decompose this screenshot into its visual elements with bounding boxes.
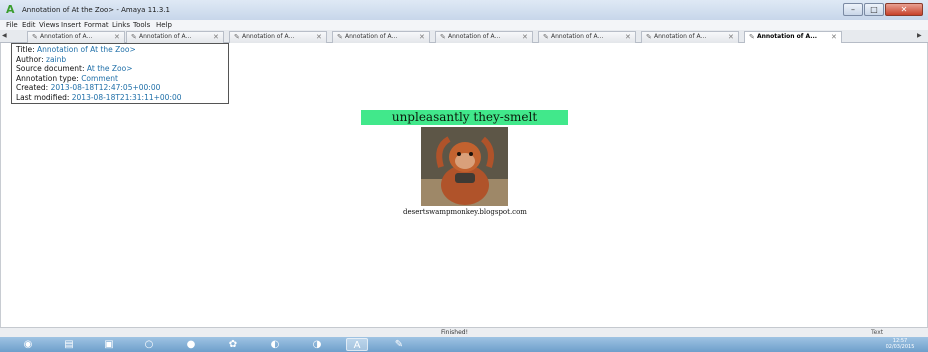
- menu-help[interactable]: Help: [156, 21, 172, 29]
- annotation-icon: ✎: [131, 33, 137, 41]
- menu-bar: File Edit Views Insert Format Links Tool…: [0, 20, 928, 30]
- window-title: Annotation of At the Zoo> - Amaya 11.3.1: [22, 6, 170, 14]
- monkey-photo-icon: [421, 127, 508, 206]
- minimize-button[interactable]: –: [843, 3, 863, 16]
- annotation-source-row: Source document: At the Zoo>: [16, 64, 224, 74]
- annotation-type-row: Annotation type: Comment: [16, 74, 224, 84]
- document-tab[interactable]: ✎ Annotation of A... ✕: [126, 31, 224, 43]
- menu-edit[interactable]: Edit: [22, 21, 36, 29]
- status-mode: Text: [871, 329, 884, 336]
- annotation-icon: ✎: [646, 33, 652, 41]
- clock-date: 02/03/2015: [885, 344, 915, 350]
- annotation-icon: ✎: [749, 33, 755, 41]
- menu-format[interactable]: Format: [84, 21, 109, 29]
- menu-insert[interactable]: Insert: [61, 21, 81, 29]
- annotation-icon: ✎: [543, 33, 549, 41]
- status-text: Finished!: [441, 329, 468, 336]
- created-value[interactable]: 2013-08-18T12:47:05+00:00: [51, 83, 161, 92]
- source-label: Source document:: [16, 64, 85, 74]
- annotation-created-row: Created: 2013-08-18T12:47:05+00:00: [16, 83, 224, 93]
- modified-label: Last modified:: [16, 92, 70, 102]
- annotation-modified-row: Last modified: 2013-08-18T21:31:11+00:00: [16, 93, 224, 103]
- menu-views[interactable]: Views: [39, 21, 59, 29]
- tab-close-icon[interactable]: ✕: [213, 33, 219, 41]
- firefox-icon[interactable]: ◑: [306, 338, 328, 351]
- annotation-author-row: Author: zainb: [16, 55, 224, 65]
- tab-close-icon[interactable]: ✕: [419, 33, 425, 41]
- annotation-icon: ✎: [32, 33, 38, 41]
- annotation-headline: unpleasantly they-smelt: [361, 110, 568, 125]
- status-bar: Finished! Text: [0, 327, 928, 337]
- menu-tools[interactable]: Tools: [133, 21, 150, 29]
- maximize-button[interactable]: □: [864, 3, 884, 16]
- tab-label: Annotation of A...: [345, 33, 398, 40]
- tab-close-icon[interactable]: ✕: [625, 33, 631, 41]
- annotation-icon: ✎: [440, 33, 446, 41]
- tab-close-icon[interactable]: ✕: [316, 33, 322, 41]
- tab-label: Annotation of A...: [242, 33, 295, 40]
- menu-file[interactable]: File: [6, 21, 18, 29]
- annotation-icon: ✎: [337, 33, 343, 41]
- monkey-photo: [421, 127, 508, 206]
- system-clock[interactable]: 12:57 02/03/2015: [878, 338, 922, 350]
- annotation-icon: ✎: [234, 33, 240, 41]
- search-icon[interactable]: ○: [138, 338, 160, 351]
- author-label: Author:: [16, 54, 44, 64]
- tab-label: Annotation of A...: [551, 33, 604, 40]
- tools-taskbar-icon[interactable]: ✎: [388, 338, 410, 351]
- paint-icon[interactable]: ✿: [222, 338, 244, 351]
- source-document-link[interactable]: At the Zoo>: [87, 64, 133, 73]
- tab-label: Annotation of A...: [40, 33, 93, 40]
- tab-close-icon[interactable]: ✕: [728, 33, 734, 41]
- document-tab[interactable]: ✎ Annotation of A... ✕: [229, 31, 327, 43]
- annotation-title-row: Title: Annotation of At the Zoo>: [16, 45, 224, 55]
- tab-close-icon[interactable]: ✕: [522, 33, 528, 41]
- start-button-icon[interactable]: ◉: [14, 338, 42, 351]
- amaya-taskbar-icon[interactable]: A: [346, 338, 368, 351]
- tab-label: Annotation of A...: [139, 33, 192, 40]
- file-explorer-icon[interactable]: ▤: [58, 338, 80, 351]
- tab-scroll-right-icon[interactable]: ▶: [917, 32, 922, 39]
- tab-label: Annotation of A...: [448, 33, 501, 40]
- document-tab[interactable]: ✎ Annotation of A... ✕: [27, 31, 125, 43]
- image-caption: desertswampmonkey.blogspot.com: [403, 208, 527, 216]
- menu-links[interactable]: Links: [112, 21, 130, 29]
- type-label: Annotation type:: [16, 73, 79, 83]
- tab-close-icon[interactable]: ✕: [831, 33, 837, 41]
- tab-label: Annotation of A...: [757, 33, 818, 40]
- title-bar: A Annotation of At the Zoo> - Amaya 11.3…: [0, 0, 928, 20]
- close-button[interactable]: ✕: [885, 3, 923, 16]
- author-value-link[interactable]: zainb: [46, 55, 66, 64]
- office-icon[interactable]: ▣: [98, 338, 120, 351]
- chrome-icon[interactable]: ◐: [264, 338, 286, 351]
- modified-value[interactable]: 2013-08-18T21:31:11+00:00: [72, 93, 182, 102]
- type-value-link[interactable]: Comment: [81, 74, 118, 83]
- tab-label: Annotation of A...: [654, 33, 707, 40]
- created-label: Created:: [16, 83, 49, 93]
- title-label: Title:: [16, 45, 35, 54]
- document-tab[interactable]: ✎ Annotation of A... ✕: [332, 31, 430, 43]
- tab-bar: ◀ ✎ Annotation of A... ✕ ✎ Annotation of…: [0, 30, 928, 43]
- taskbar: ◉ ▤ ▣ ○ ● ✿ ◐ ◑ A ✎ 12:57 02/03/2015: [0, 337, 928, 352]
- tab-scroll-left-icon[interactable]: ◀: [2, 32, 7, 39]
- document-tab[interactable]: ✎ Annotation of A... ✕: [435, 31, 533, 43]
- tab-close-icon[interactable]: ✕: [114, 33, 120, 41]
- hp-icon[interactable]: ●: [180, 338, 202, 351]
- amaya-app-icon: A: [6, 3, 15, 16]
- document-tab[interactable]: ✎ Annotation of A... ✕: [641, 31, 739, 43]
- annotation-metadata-panel: Title: Annotation of At the Zoo> Author:…: [11, 43, 229, 104]
- document-tab-active[interactable]: ✎ Annotation of A... ✕: [744, 31, 842, 43]
- document-tab[interactable]: ✎ Annotation of A... ✕: [538, 31, 636, 43]
- title-value-link[interactable]: Annotation of At the Zoo>: [37, 45, 136, 54]
